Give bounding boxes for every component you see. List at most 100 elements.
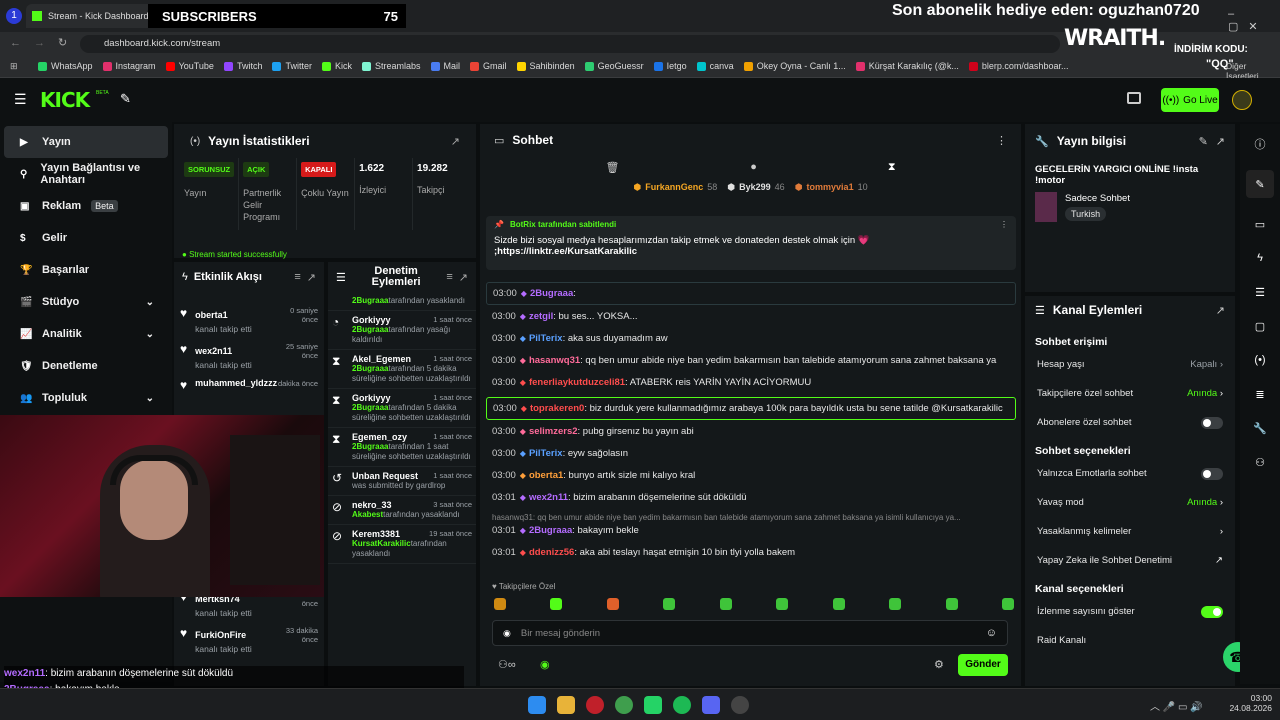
avatar[interactable] bbox=[1232, 90, 1252, 110]
obs-icon[interactable] bbox=[731, 696, 749, 714]
unpin-icon[interactable]: ⋮ bbox=[1000, 220, 1008, 229]
gifter-item[interactable]: ⬢ tommyvia1 10 bbox=[795, 182, 868, 193]
start-icon[interactable] bbox=[528, 696, 546, 714]
emote-icon[interactable] bbox=[663, 598, 676, 610]
chat-message[interactable]: 03:01 ◆ wex2n11: bizim arabanın döşemeleri… bbox=[486, 487, 1016, 508]
modlog-item[interactable]: ◔ Gorkiyyy 1 saat önce 2Bugraaatarafından y… bbox=[328, 311, 476, 350]
bookmark-item[interactable]: Gmail bbox=[470, 61, 507, 71]
gifter-item[interactable]: ⬢ Byk299 46 bbox=[727, 182, 784, 193]
info-icon[interactable]: ⓘ bbox=[1246, 130, 1274, 158]
message-input[interactable]: ◉ Bir mesaj gönderin ☺ bbox=[492, 620, 1008, 646]
chat-message[interactable]: 03:00 ◆ hasanwq31: qq ben umur abide niye … bbox=[486, 350, 1016, 371]
bookmark-item[interactable]: YouTube bbox=[165, 61, 214, 71]
emote-icon[interactable] bbox=[1001, 598, 1014, 610]
emote-icon[interactable] bbox=[719, 598, 732, 610]
activity-item[interactable]: ♥ FurkiOnFire 33 dakika önce kanalı takip e… bbox=[174, 622, 324, 658]
bookmark-item[interactable]: Mail bbox=[430, 61, 460, 71]
activity-item[interactable]: ♥ muhammed_yldzzz dakika önce bbox=[174, 374, 324, 396]
popout-icon[interactable]: ↗ bbox=[307, 271, 316, 284]
url-field[interactable]: dashboard.kick.com/stream bbox=[80, 35, 1060, 53]
more-icon[interactable]: ⋮ bbox=[996, 134, 1007, 147]
modlog-item[interactable]: ↺ Unban Request 1 saat önce was submitted b… bbox=[328, 467, 476, 496]
forward-icon[interactable]: → bbox=[34, 37, 45, 49]
preview-icon[interactable] bbox=[1127, 92, 1141, 104]
spotify-icon[interactable] bbox=[673, 696, 691, 714]
chat-message[interactable]: 03:01 ◆ ddenizz56: aka abi teslayı haşat e… bbox=[486, 542, 1016, 563]
bookmark-item[interactable]: Streamlabs bbox=[361, 61, 421, 71]
modlog-item[interactable]: ⧗ Gorkiyyy 1 saat önce 2Bugraaatarafından 5… bbox=[328, 389, 476, 428]
bookmark-item[interactable]: Twitch bbox=[223, 61, 262, 71]
hourglass-icon[interactable]: ⧗ bbox=[888, 161, 896, 174]
popout-icon[interactable]: ↗ bbox=[451, 135, 460, 148]
subs-chat-toggle[interactable] bbox=[1201, 416, 1223, 429]
reload-icon[interactable]: ↻ bbox=[58, 36, 67, 49]
trash-icon[interactable]: 🗑 bbox=[605, 161, 619, 174]
bookmark-item[interactable]: Kick bbox=[321, 61, 352, 71]
video-icon[interactable]: ▭ bbox=[1246, 210, 1274, 238]
activity-item[interactable]: ♥ wex2n11 25 saniye önce kanalı takip etti bbox=[174, 338, 324, 374]
followers-chat-row[interactable]: Takipçilere özel sohbet Anında › bbox=[1025, 379, 1235, 408]
edit-pen-icon[interactable]: ✎ bbox=[1246, 170, 1274, 198]
pin-icon[interactable]: ✎ bbox=[120, 91, 131, 107]
emoji-icon[interactable]: ☺ bbox=[986, 627, 997, 639]
chat-username[interactable]: fenerliaykutduzceli81 bbox=[529, 377, 625, 388]
stack-icon[interactable]: ≣ bbox=[1246, 380, 1274, 408]
broadcast-icon[interactable]: (•) bbox=[1246, 346, 1274, 374]
modlog-item[interactable]: ⊘ Kerem3381 19 saat önce KursatKarakilictar… bbox=[328, 525, 476, 564]
chat-username[interactable]: selimzers2 bbox=[529, 426, 578, 437]
chat-username[interactable]: PilTerix bbox=[529, 333, 563, 344]
users-icon[interactable]: ⚇∞ bbox=[498, 658, 516, 671]
whatsapp-icon[interactable] bbox=[644, 696, 662, 714]
sidebar-item[interactable]: ⚲ Yayın Bağlantısı ve Anahtarı bbox=[4, 158, 168, 190]
settings-icon[interactable]: ⚙ bbox=[934, 658, 944, 671]
bookmark-item[interactable]: blerp.com/dashboar... bbox=[968, 61, 1068, 71]
edit-icon[interactable]: ✎ bbox=[1199, 135, 1208, 148]
chat-message[interactable]: 03:00 ◆ PilTerix: eyw sağolasın bbox=[486, 443, 1016, 464]
back-icon[interactable]: ← bbox=[10, 37, 21, 49]
discord-icon[interactable] bbox=[702, 696, 720, 714]
tray-icons[interactable]: ︿ 🎤 ▭ 🔊 bbox=[1150, 698, 1203, 713]
emote-only-toggle[interactable] bbox=[1201, 467, 1223, 480]
popout-icon[interactable]: ↗ bbox=[1216, 135, 1225, 148]
apps-grid-icon[interactable]: ⊞ bbox=[10, 61, 18, 72]
emote-icon[interactable] bbox=[606, 598, 619, 610]
emote-icon[interactable] bbox=[832, 598, 845, 610]
chat-message[interactable]: 03:00 ◆ 2Bugraaa: bbox=[486, 282, 1016, 305]
show-viewers-toggle[interactable] bbox=[1201, 605, 1223, 618]
chrome-icon[interactable] bbox=[615, 696, 633, 714]
go-live-button[interactable]: ((•)) Go Live bbox=[1161, 88, 1219, 112]
sidebar-item[interactable]: $ Gelir bbox=[4, 222, 168, 254]
gifter-item[interactable]: ⬢ FurkannGenc 58 bbox=[633, 182, 717, 193]
sidebar-item[interactable]: 🛡 Denetleme bbox=[4, 350, 168, 382]
banned-words-row[interactable]: Yasaklanmış kelimeler › bbox=[1025, 517, 1235, 546]
popout-icon[interactable]: ↗ bbox=[1216, 304, 1225, 317]
bookmark-item[interactable]: WhatsApp bbox=[38, 61, 93, 71]
category-name[interactable]: Sadece Sohbet bbox=[1065, 193, 1130, 204]
filter-icon[interactable]: ≡ bbox=[446, 271, 452, 283]
slow-mode-row[interactable]: Yavaş mod Anında › bbox=[1025, 488, 1235, 517]
chat-message[interactable]: 03:00 ◆ toprakeren0: biz durduk yere kulla… bbox=[486, 397, 1016, 420]
filter-icon[interactable]: ≡ bbox=[294, 271, 300, 283]
chat-message[interactable]: 03:00 ◆ zetgil: bu ses... YOKSA... bbox=[486, 306, 1016, 327]
bookmark-item[interactable]: GeoGuessr bbox=[584, 61, 644, 71]
activity-item[interactable]: ♥ oberta1 0 saniye önce kanalı takip etti bbox=[174, 302, 324, 338]
lightning-icon[interactable]: ϟ bbox=[1246, 244, 1274, 272]
ai-mod-row[interactable]: Yapay Zeka ile Sohbet Denetimi ↗ bbox=[1025, 546, 1235, 575]
bookmark-item[interactable]: Instagram bbox=[102, 61, 156, 71]
chat-message[interactable]: 03:00 ◆ selimzers2: pubg girsenız bu yayın… bbox=[486, 421, 1016, 442]
folder-icon[interactable] bbox=[557, 696, 575, 714]
chat-icon[interactable]: ▢ bbox=[1246, 312, 1274, 340]
bookmark-item[interactable]: Okey Oyna - Canlı 1... bbox=[743, 61, 846, 71]
chat-username[interactable]: PilTerix bbox=[529, 448, 563, 459]
bookmark-item[interactable]: Sahibinden bbox=[516, 61, 575, 71]
emote-icon[interactable] bbox=[494, 598, 506, 610]
chat-message[interactable]: 03:00 ◆ fenerliaykutduzceli81: ATABERK rei… bbox=[486, 372, 1016, 393]
sidebar-item[interactable]: 🎬 Stüdyo ⌄ bbox=[4, 286, 168, 318]
clock[interactable]: 03:00 24.08.2026 bbox=[1228, 693, 1272, 713]
emote-icon[interactable] bbox=[945, 598, 958, 610]
badge-icon[interactable]: ◉ bbox=[503, 628, 511, 639]
chat-username[interactable]: toprakeren0 bbox=[530, 403, 584, 414]
sidebar-item[interactable]: 📈 Analitik ⌄ bbox=[4, 318, 168, 350]
sidebar-item[interactable]: ▶ Yayın bbox=[4, 126, 168, 158]
window-controls[interactable]: –▢✕ bbox=[1228, 8, 1280, 33]
